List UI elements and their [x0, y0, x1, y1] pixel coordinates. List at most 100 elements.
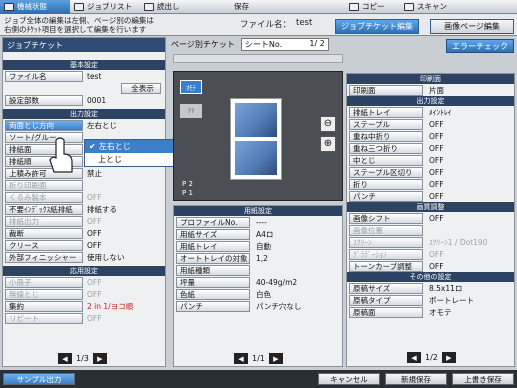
- page-output-setting-button[interactable]: パンチ: [349, 190, 423, 202]
- image-quality-setting-button[interactable]: ｸﾞﾗﾃﾞｰｼｮﾝ: [349, 248, 423, 260]
- prev-page-button[interactable]: ◀: [58, 353, 72, 364]
- right-prev-page-button[interactable]: ◀: [407, 352, 421, 363]
- page-output-setting-button[interactable]: 折り: [349, 178, 423, 190]
- paper-setting-button[interactable]: 用紙種類: [176, 264, 250, 276]
- output-setting-button[interactable]: 裁断: [5, 227, 83, 239]
- output-setting-button[interactable]: 両面とじ方向: [5, 119, 83, 131]
- image-quality-setting-button[interactable]: トーンカーブ調整: [349, 260, 423, 272]
- apply-setting-button[interactable]: 小冊子: [5, 276, 83, 288]
- output-setting-button[interactable]: 折り印刷面: [5, 179, 83, 191]
- error-check-button[interactable]: エラーチェック: [446, 39, 514, 53]
- menu-job-list[interactable]: ジョブリスト: [70, 0, 140, 14]
- output-setting-button[interactable]: 外部フィニッシャー: [5, 251, 83, 263]
- other-settings-header: その他の設定: [347, 272, 514, 282]
- right-next-page-button[interactable]: ▶: [441, 352, 456, 363]
- menu-machine-status[interactable]: 機械状態: [0, 0, 70, 14]
- apply-setting-button[interactable]: リピート: [5, 312, 83, 324]
- menu-scan[interactable]: スキャン: [400, 0, 460, 14]
- output-setting-button[interactable]: クリース: [5, 239, 83, 251]
- page-order-button[interactable]: ??: [180, 104, 202, 118]
- print-side-button[interactable]: 印刷面: [349, 84, 423, 96]
- page-output-setting-button[interactable]: ステープル: [349, 118, 423, 130]
- paper-setting-button[interactable]: オートトレイの対象: [176, 252, 250, 264]
- paper-setting-row: プロファイルNo. ----: [174, 216, 342, 228]
- page-output-setting-button[interactable]: 排紙トレイ: [349, 106, 423, 118]
- apply-setting-button[interactable]: 無線とじ: [5, 288, 83, 300]
- page-output-setting-row: 中とじ OFF: [347, 154, 514, 166]
- page-ticket-area: ページ別チケット シートNo. 1/ 2 ｵﾓﾃ ?? P 2 P 1 ⊖ ⊕ 用…: [171, 37, 343, 367]
- paper-setting-button[interactable]: プロファイルNo.: [176, 216, 250, 228]
- print-side-header: 印刷面: [347, 74, 514, 84]
- copies-button[interactable]: 設定部数: [5, 94, 83, 106]
- page-output-setting-value: OFF: [429, 179, 444, 189]
- paper-setting-row: 用紙サイズ A4ロ: [174, 228, 342, 240]
- next-page-button[interactable]: ▶: [92, 353, 107, 364]
- output-setting-button[interactable]: 排紙出力: [5, 215, 83, 227]
- page-output-setting-button[interactable]: 重ね中折り: [349, 130, 423, 142]
- output-setting-row: 裁断 OFF: [3, 227, 165, 239]
- other-setting-row: 原稿タイプ ポートレート: [347, 294, 514, 306]
- image-quality-setting-button[interactable]: ｽｸﾘｰﾝ: [349, 236, 423, 248]
- apply-setting-button[interactable]: 集約: [5, 300, 83, 312]
- front-side-button[interactable]: ｵﾓﾃ: [180, 80, 202, 94]
- sheet-number-field[interactable]: シートNo. 1/ 2: [240, 37, 329, 51]
- output-setting-row: 排紙出力 OFF: [3, 215, 165, 227]
- zoom-out-icon[interactable]: ⊖: [320, 116, 336, 132]
- show-all-button[interactable]: 全表示: [121, 82, 161, 94]
- paper-setting-button[interactable]: 用紙サイズ: [176, 228, 250, 240]
- dropdown-option-top[interactable]: 上とじ: [85, 153, 185, 166]
- cancel-button[interactable]: キャンセル: [318, 373, 380, 385]
- apply-setting-value: OFF: [87, 313, 102, 323]
- paper-setting-value: 1,2: [256, 253, 268, 263]
- file-name-button[interactable]: ファイル名: [5, 70, 83, 82]
- output-setting-button[interactable]: 不要ｲﾝﾃﾞｯｸｽ紙排紙: [5, 203, 83, 215]
- paper-setting-button[interactable]: 用紙トレイ: [176, 240, 250, 252]
- menubar: 機械状態 ジョブリスト 読出し 保存 コピー スキャン: [0, 0, 517, 14]
- horizontal-scrollbar[interactable]: [173, 54, 343, 63]
- apply-setting-row: 小冊子 OFF: [3, 276, 165, 288]
- paper-setting-value: 白色: [256, 289, 271, 299]
- paper-setting-value: 自動: [256, 241, 271, 251]
- paper-setting-value: A4ロ: [256, 229, 274, 239]
- menu-save[interactable]: 保存: [230, 0, 285, 14]
- apply-setting-value: OFF: [87, 277, 102, 287]
- page-output-setting-button[interactable]: ステープル区切り: [349, 166, 423, 178]
- dropdown-option-left-right[interactable]: ✔ 左右とじ: [85, 140, 185, 153]
- other-setting-row: 原稿サイズ 8.5x11ロ: [347, 282, 514, 294]
- paper-setting-button[interactable]: 色紙: [176, 288, 250, 300]
- other-setting-button[interactable]: 原稿サイズ: [349, 282, 423, 294]
- basic-settings-header: 基本設定: [3, 60, 165, 70]
- output-setting-row: くるみ製本 OFF: [3, 191, 165, 203]
- paper-setting-value: 40-49g/m2: [256, 277, 298, 287]
- right-output-header: 出力設定: [347, 96, 514, 106]
- sheet-thumbnail[interactable]: [230, 98, 282, 180]
- image-quality-setting-button[interactable]: 画像シフト: [349, 212, 423, 224]
- page-output-setting-button[interactable]: 重ね三つ折り: [349, 142, 423, 154]
- page-image-bottom: [235, 141, 277, 175]
- page-output-setting-value: OFF: [429, 143, 444, 153]
- page-output-setting-button[interactable]: 中とじ: [349, 154, 423, 166]
- other-setting-button[interactable]: 原稿面: [349, 306, 423, 318]
- paper-setting-value: パンチ穴なし: [256, 301, 302, 311]
- page-preview: ｵﾓﾃ ?? P 2 P 1 ⊖ ⊕: [173, 71, 343, 201]
- image-quality-setting-value: ｽｸﾘｰﾝ1 / Dot190: [429, 237, 488, 247]
- menu-copy[interactable]: コピー: [345, 0, 400, 14]
- overwrite-save-button[interactable]: 上書き保存: [452, 373, 514, 385]
- image-quality-setting-button[interactable]: 画像位置: [349, 224, 423, 236]
- output-setting-button[interactable]: くるみ製本: [5, 191, 83, 203]
- paper-setting-button[interactable]: パンチ: [176, 300, 250, 312]
- output-settings-header: 出力設定: [3, 109, 165, 119]
- tab-job-ticket-edit[interactable]: ジョブチケット編集: [335, 19, 419, 34]
- other-setting-button[interactable]: 原稿タイプ: [349, 294, 423, 306]
- right-pager: ◀ 1/2 ▶: [407, 352, 456, 363]
- new-save-button[interactable]: 新規保存: [385, 373, 447, 385]
- menu-read[interactable]: 読出し: [140, 0, 200, 14]
- tab-image-page-edit[interactable]: 画像ページ編集: [430, 19, 514, 34]
- paper-setting-button[interactable]: 坪量: [176, 276, 250, 288]
- zoom-in-icon[interactable]: ⊕: [320, 136, 336, 152]
- image-quality-setting-value: OFF: [429, 213, 444, 223]
- paper-setting-row: 坪量 40-49g/m2: [174, 276, 342, 288]
- sample-output-button[interactable]: サンプル出力: [3, 373, 75, 385]
- mid-next-page-button[interactable]: ▶: [268, 353, 283, 364]
- mid-prev-page-button[interactable]: ◀: [234, 353, 248, 364]
